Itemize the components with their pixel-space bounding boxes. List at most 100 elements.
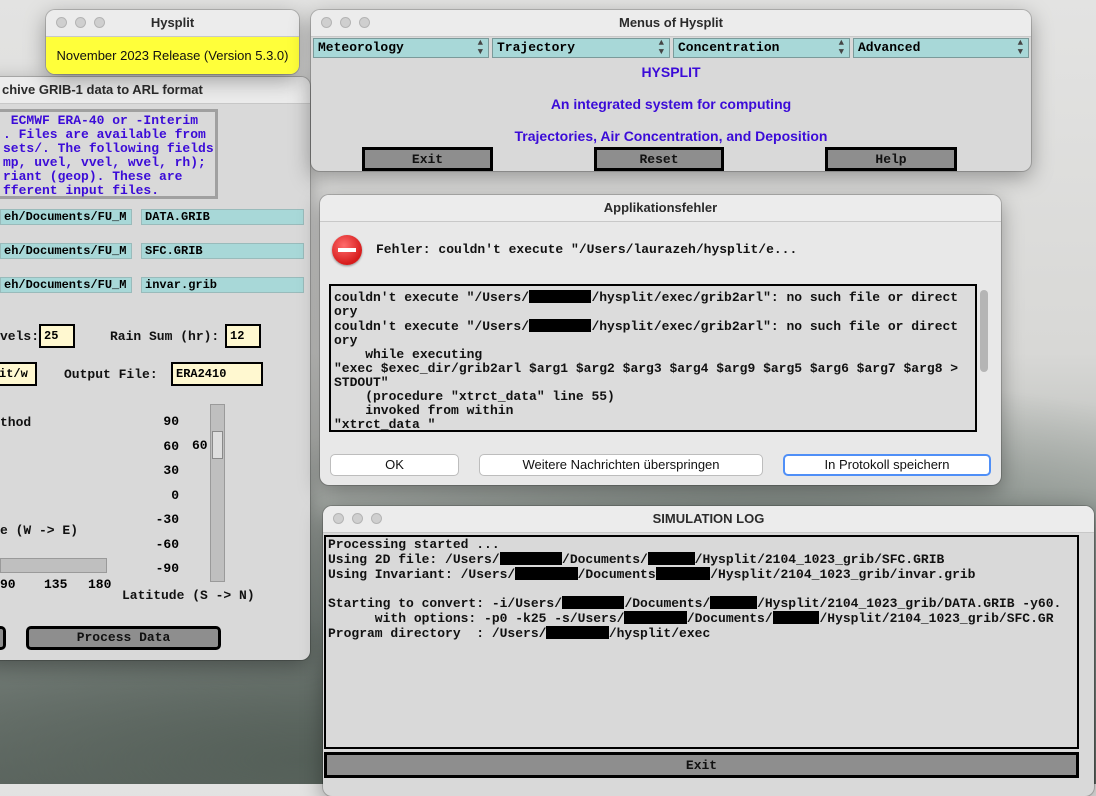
error-message: Fehler: couldn't execute "/Users/lauraze… <box>376 242 798 257</box>
info-line: fferent input files. <box>3 183 160 198</box>
hysplit-main-window: Hysplit November 2023 Release (Version 5… <box>46 10 299 74</box>
menu-advanced[interactable]: Advanced ▲ ▼ <box>853 38 1029 58</box>
hysplit-subtitle-2: Trajectories, Air Concentration, and Dep… <box>514 128 828 144</box>
help-button[interactable]: Help <box>825 147 957 171</box>
grib-window-titlebar: chive GRIB-1 data to ARL format <box>0 77 310 104</box>
grib-convert-window: chive GRIB-1 data to ARL format ECMWF ER… <box>0 77 310 660</box>
hysplit-subtitle-1: An integrated system for computing <box>550 96 792 112</box>
redacted-block <box>624 611 687 624</box>
minimize-icon[interactable] <box>352 513 363 524</box>
latitude-tick: 60 <box>163 438 179 454</box>
trace-line: "exec $exec_dir/grib2arl $arg1 $arg2 $ar… <box>334 362 975 376</box>
simulation-log-window: SIMULATION LOG Processing started ... Usi… <box>323 506 1094 796</box>
info-line: sets/. The following fields <box>3 141 214 156</box>
trace-line: ory <box>334 305 975 319</box>
log-line: Program directory : /Users/ /hysplit/exec <box>328 626 1077 641</box>
rain-sum-input[interactable]: 12 <box>225 324 261 348</box>
log-text: /Hysplit/2104_1023_grib/DATA.GRIB -y60. <box>757 596 1062 611</box>
hysplit-titlebar: Hysplit <box>46 10 299 37</box>
menu-meteorology[interactable]: Meteorology ▲ ▼ <box>313 38 489 58</box>
trace-text: STDOUT" <box>334 375 389 390</box>
grib-path-field-2[interactable]: eh/Documents/FU_M <box>0 243 132 259</box>
output-file-input[interactable]: ERA2410 <box>171 362 263 386</box>
redacted-block <box>499 552 563 565</box>
release-banner: November 2023 Release (Version 5.3.0) <box>46 37 299 74</box>
menu-concentration[interactable]: Concentration ▲ ▼ <box>673 38 850 58</box>
trace-line: while executing <box>334 348 975 362</box>
close-icon[interactable] <box>56 17 67 28</box>
minimize-icon[interactable] <box>75 17 86 28</box>
latitude-tick: -90 <box>155 561 179 576</box>
menus-window: Menus of Hysplit Meteorology ▲ ▼ Trajector… <box>311 10 1031 171</box>
chevron-updown-icon: ▲ ▼ <box>477 38 483 57</box>
close-icon[interactable] <box>333 513 344 524</box>
longitude-tick: 180 <box>88 577 112 592</box>
menus-titlebar: Menus of Hysplit <box>311 10 1031 37</box>
grib-path-field-3[interactable]: eh/Documents/FU_M <box>0 277 132 293</box>
log-line: Starting to convert: -i/Users/ /Documents… <box>328 596 1077 611</box>
error-dialog: Applikationsfehler Fehler: couldn't exec… <box>320 195 1001 485</box>
trace-text: (procedure "xtrct_data" line 55) <box>334 389 615 404</box>
window-controls[interactable] <box>333 513 382 524</box>
log-text: /Hysplit/2104_1023_grib/SFC.GR <box>819 611 1054 626</box>
menu-meteorology-label: Meteorology <box>318 40 404 55</box>
grib-file-field-2[interactable]: SFC.GRIB <box>141 243 304 259</box>
redacted-block <box>529 319 592 332</box>
zoom-icon[interactable] <box>94 17 105 28</box>
log-text: /Documents <box>577 567 656 582</box>
grib-path-field-1[interactable]: eh/Documents/FU_M <box>0 209 132 225</box>
log-text: /Hysplit/2104_1023_grib/SFC.GRIB <box>694 552 945 567</box>
latitude-label: Latitude (S -> N) <box>122 588 255 603</box>
reset-button[interactable]: Reset <box>594 147 724 171</box>
exit-button[interactable]: Exit <box>362 147 493 171</box>
log-text: Starting to convert: -i/Users/ <box>328 596 563 611</box>
grib-file-field-3[interactable]: invar.grib <box>141 277 304 293</box>
close-icon[interactable] <box>321 17 332 28</box>
error-trace-box[interactable]: couldn't execute "/Users/ /hysplit/exec/g… <box>329 284 977 432</box>
latitude-slider-handle[interactable] <box>212 431 223 459</box>
redacted-block <box>546 626 609 639</box>
zoom-icon[interactable] <box>359 17 370 28</box>
menu-bar: Meteorology ▲ ▼ Trajectory ▲ ▼ Concentration… <box>311 37 1031 59</box>
log-line: Using Invariant: /Users/ /Documents/Hyspl… <box>328 567 1077 582</box>
window-controls[interactable] <box>56 17 105 28</box>
menu-concentration-label: Concentration <box>678 40 780 55</box>
error-title: Applikationsfehler <box>603 200 718 215</box>
save-to-log-button[interactable]: In Protokoll speichern <box>783 454 991 476</box>
process-data-button[interactable]: Process Data <box>26 626 221 650</box>
info-text: ECMWF ERA-40 or -Interim. Files are avai… <box>0 112 215 198</box>
log-text: Processing started ... <box>328 537 500 552</box>
sim-log-exit-button[interactable]: Exit <box>324 752 1079 778</box>
trace-line: (procedure "xtrct_data" line 55) <box>334 390 975 404</box>
redacted-block <box>515 567 578 580</box>
zoom-icon[interactable] <box>371 513 382 524</box>
output-dir-input[interactable]: it/w <box>0 362 37 386</box>
grib-file-field-1[interactable]: DATA.GRIB <box>141 209 304 225</box>
levels-input[interactable]: 25 <box>39 324 75 348</box>
log-text: /Documents/ <box>624 596 711 611</box>
longitude-slider-trough[interactable] <box>0 558 107 573</box>
minimize-icon[interactable] <box>340 17 351 28</box>
left-button-partial[interactable] <box>0 626 6 650</box>
menu-trajectory[interactable]: Trajectory ▲ ▼ <box>492 38 670 58</box>
error-trace-scrollbar[interactable] <box>980 290 988 372</box>
skip-messages-button[interactable]: Weitere Nachrichten überspringen <box>479 454 763 476</box>
log-text: with options: -p0 -k25 -s/Users/ <box>328 611 625 626</box>
chevron-updown-icon: ▲ ▼ <box>838 38 844 57</box>
latitude-slider-trough[interactable] <box>210 404 225 582</box>
error-stop-icon <box>332 235 362 265</box>
sim-log-text-area[interactable]: Processing started ... Using 2D file: /Us… <box>324 535 1079 749</box>
log-text: /hysplit/exec <box>608 626 711 641</box>
log-line: with options: -p0 -k25 -s/Users/ /Documen… <box>328 611 1077 626</box>
rain-sum-label: Rain Sum (hr): <box>110 329 220 344</box>
latitude-tick: 30 <box>163 463 179 478</box>
info-line: . Files are available from <box>3 127 206 142</box>
redacted-block <box>562 596 625 609</box>
window-controls[interactable] <box>321 17 370 28</box>
trace-text: while executing <box>334 347 483 362</box>
longitude-label: e (W -> E) <box>0 523 79 538</box>
method-label: thod <box>0 415 32 430</box>
ok-button[interactable]: OK <box>330 454 459 476</box>
info-line: mp, uvel, vvel, wvel, rh); <box>3 155 206 170</box>
